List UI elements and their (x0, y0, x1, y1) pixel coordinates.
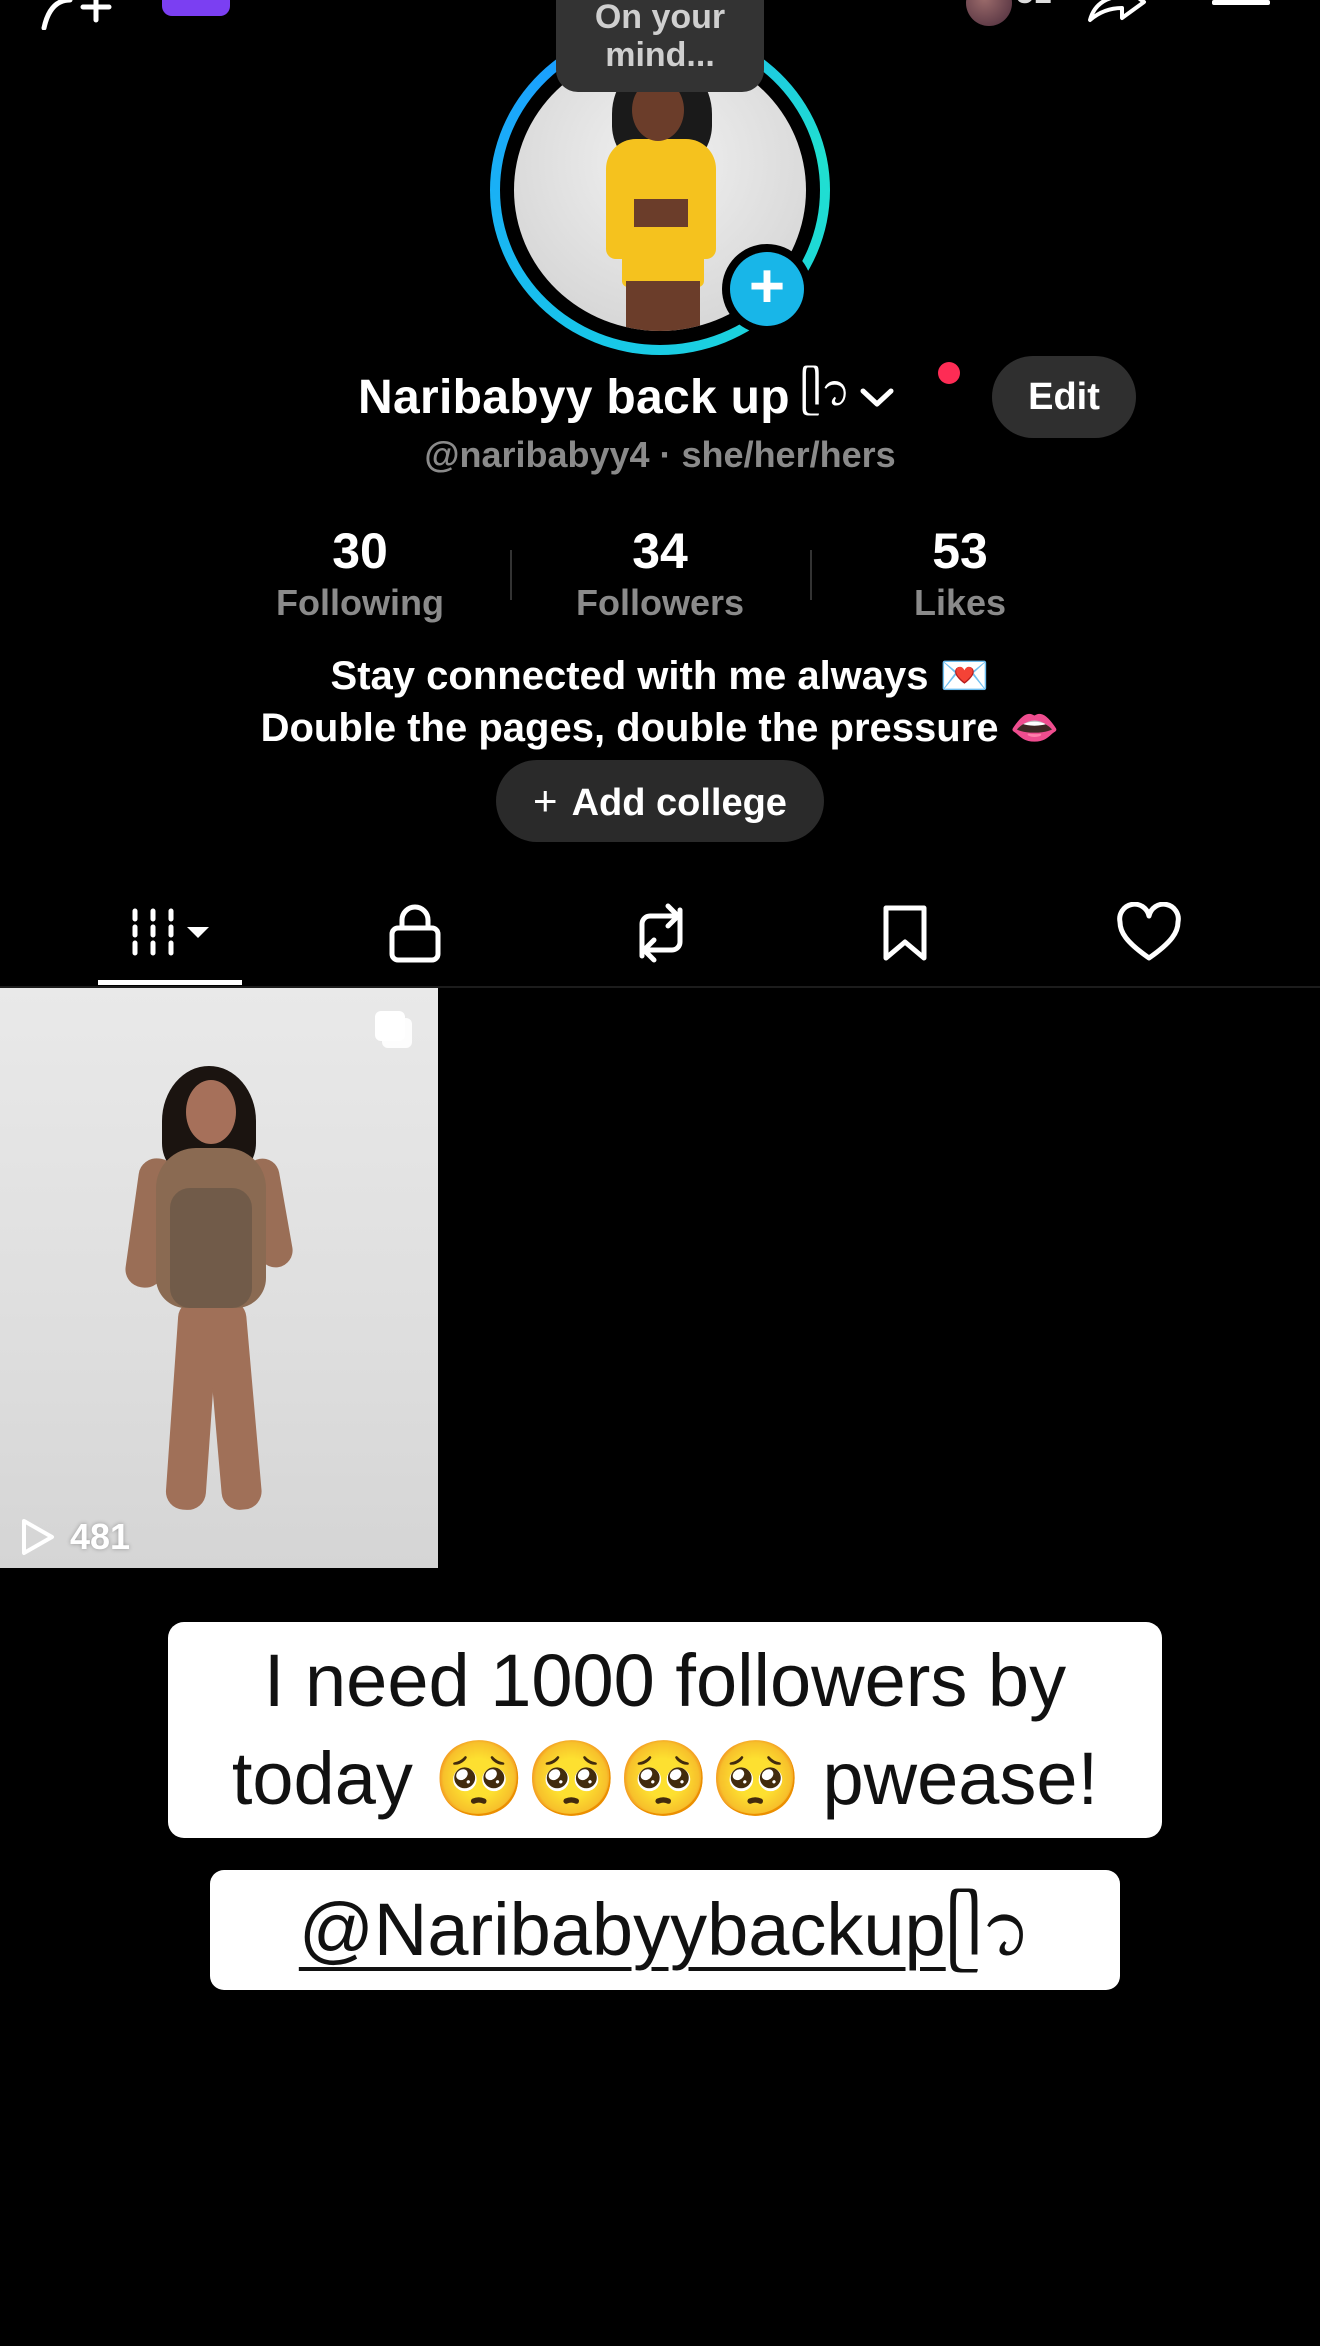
notification-dot (938, 362, 960, 384)
video-thumbnail[interactable]: 481 (0, 988, 438, 1568)
profile-screen: 51 On your mind... + Naribabyy back up ᥫ… (0, 0, 1320, 2346)
add-story-button[interactable]: + (722, 244, 812, 334)
profile-tabs (0, 880, 1320, 986)
handle-caption-emoji: ᥫ᭡ (945, 1888, 1032, 1971)
stat-label: Following (276, 582, 444, 623)
stat-value: 53 (932, 523, 988, 579)
plus-icon: + (533, 777, 558, 824)
display-name: Naribabyy back up (358, 370, 790, 424)
heart-icon (1117, 902, 1181, 961)
play-count: 481 (70, 1516, 131, 1557)
avatar-belly (634, 199, 688, 229)
edit-profile-button[interactable]: Edit (992, 356, 1136, 438)
stat-label: Likes (913, 582, 1007, 623)
video-figure-leg (204, 1298, 264, 1512)
visitors-badge[interactable]: 51 (966, 0, 1056, 26)
plus-icon: + (730, 252, 804, 326)
username-pronouns: @naribabyy4 · she/her/hers (424, 434, 896, 475)
tab-private[interactable] (360, 880, 470, 986)
active-tab-indicator (98, 980, 242, 985)
bio: Stay connected with me always 💌 Double t… (0, 650, 1320, 754)
menu-icon[interactable] (1210, 0, 1272, 18)
add-college-button[interactable]: + Add college (496, 760, 824, 842)
avatar-legs (626, 281, 700, 331)
name-emoji: ᥫ᭡ (799, 365, 851, 415)
tab-liked[interactable] (1094, 880, 1204, 986)
bio-line: Stay connected with me always 💌 (330, 654, 990, 698)
video-figure-outfit (170, 1188, 252, 1308)
handle-caption-text: @Naribabyybackup (298, 1888, 946, 1971)
video-figure-head (186, 1080, 236, 1144)
stats-row: 30 Following 34 Followers 53 Likes (210, 520, 1110, 630)
grid-icon (132, 908, 209, 956)
avatar-shorts (622, 227, 704, 287)
tab-reposts[interactable] (606, 880, 716, 986)
bookmark-icon (883, 905, 927, 961)
caption-line: I need 1000 followers by (263, 1639, 1067, 1722)
overlay-caption: I need 1000 followers by today 🥺🥺🥺🥺 pwea… (168, 1622, 1162, 1838)
name-row[interactable]: Naribabyy back up ᥫ᭡ (358, 362, 895, 432)
stat-likes[interactable]: 53 Likes (810, 520, 1110, 630)
add-college-label: Add college (571, 782, 787, 824)
repost-icon (639, 903, 683, 963)
stat-value: 30 (332, 523, 388, 579)
chevron-down-icon[interactable] (859, 385, 895, 409)
play-icon (22, 1519, 54, 1555)
bio-line: Double the pages, double the pressure 👄 (260, 706, 1060, 750)
app-badge-icon[interactable] (162, 0, 230, 16)
share-icon[interactable] (1086, 0, 1148, 24)
lock-icon (389, 904, 441, 963)
stat-value: 34 (632, 523, 688, 579)
visitors-count: 51 (1016, 0, 1052, 11)
stat-following[interactable]: 30 Following (210, 520, 510, 630)
tab-videos[interactable] (98, 880, 242, 986)
caption-line: today 🥺🥺🥺🥺 pwease! (231, 1737, 1099, 1820)
mini-avatar (966, 0, 1012, 26)
overlay-handle-caption: @Naribabyybackupᥫ᭡ (210, 1870, 1120, 1990)
add-friend-icon[interactable] (40, 0, 120, 30)
stat-label: Followers (575, 582, 745, 623)
tab-favorites[interactable] (850, 880, 960, 986)
thought-bubble[interactable]: On your mind... (556, 0, 764, 92)
multi-photo-icon (375, 1011, 412, 1048)
stat-followers[interactable]: 34 Followers (510, 520, 810, 630)
play-count-row: 481 (18, 1516, 130, 1558)
